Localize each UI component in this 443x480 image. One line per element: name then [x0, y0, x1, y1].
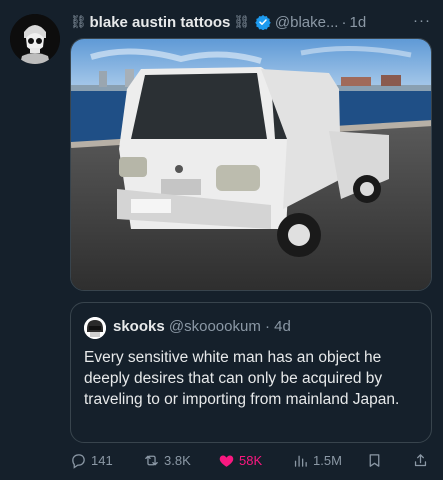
quote-separator: ·	[264, 318, 270, 335]
bookmark-button[interactable]	[366, 452, 383, 469]
share-button[interactable]	[412, 452, 429, 469]
chain-decoration-left: ⛓	[70, 14, 87, 29]
heart-icon	[219, 455, 234, 467]
like-count: 58K	[239, 453, 263, 468]
quote-author-handle[interactable]: @skooookum	[169, 318, 261, 335]
helmet-avatar-icon	[84, 317, 106, 339]
header-separator: ·	[341, 13, 347, 31]
author-name[interactable]: blake austin tattoos	[90, 14, 231, 31]
skull-avatar-icon	[10, 14, 60, 64]
reply-icon	[72, 454, 85, 469]
view-count: 1.5M	[313, 453, 342, 468]
verified-badge-icon	[255, 15, 271, 30]
reply-button[interactable]: 141	[70, 452, 113, 469]
repost-button[interactable]: 3.8K	[143, 452, 191, 469]
quote-author-name[interactable]: skooks	[113, 318, 165, 335]
quote-author-avatar[interactable]	[84, 317, 106, 339]
repost-count: 3.8K	[164, 453, 191, 468]
tweet-actions: 141 3.8K 58K 1.5M	[70, 452, 433, 474]
quote-text: Every sensitive white man has an object …	[84, 349, 400, 408]
quoted-tweet[interactable]: skooks @skooookum · 4d Every sensitive w…	[70, 302, 432, 443]
share-icon	[414, 454, 427, 467]
tweet-header: ⛓ blake austin tattoos ⛓ @blake... · 1d …	[70, 12, 433, 32]
tweet-media-image[interactable]	[70, 38, 432, 291]
author-avatar[interactable]	[10, 14, 60, 64]
author-handle[interactable]: @blake...	[275, 14, 339, 31]
bookmark-icon	[369, 454, 380, 467]
views-button[interactable]: 1.5M	[292, 452, 342, 469]
more-options-button[interactable]: ···	[413, 12, 431, 29]
reply-count: 141	[91, 453, 113, 468]
tweet-time[interactable]: 1d	[349, 14, 366, 31]
quote-time[interactable]: 4d	[274, 318, 291, 335]
views-chart-icon	[294, 455, 307, 467]
chain-decoration-right: ⛓	[233, 14, 250, 29]
repost-icon	[145, 455, 158, 466]
kei-truck-photo	[71, 39, 431, 290]
like-button[interactable]: 58K	[218, 452, 262, 469]
quote-header: skooks @skooookum · 4d	[113, 318, 291, 335]
